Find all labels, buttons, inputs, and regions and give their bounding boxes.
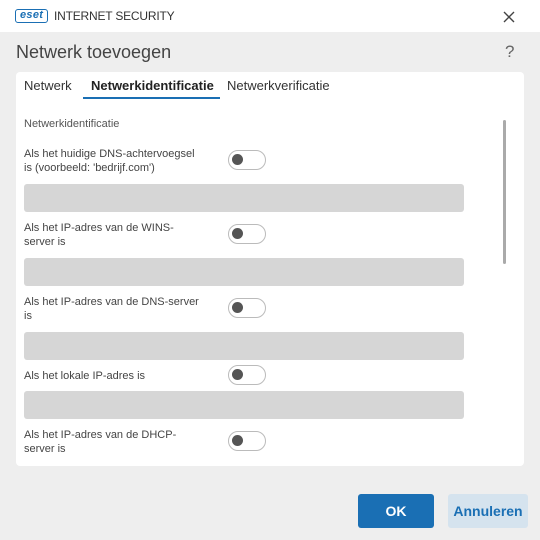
section-title: Netwerkidentificatie — [24, 118, 120, 130]
ok-button[interactable]: OK — [358, 494, 434, 528]
toggle-knob — [232, 154, 243, 165]
tab-netwerk[interactable]: Netwerk — [24, 78, 72, 94]
product-name: INTERNET SECURITY — [54, 9, 175, 23]
eset-logo: eset — [15, 9, 49, 23]
close-button[interactable] — [498, 6, 520, 28]
local-ip-label: Als het lokale IP-adres is — [24, 370, 146, 382]
toggle-knob — [232, 435, 243, 446]
dns-server-toggle[interactable] — [228, 298, 266, 318]
tab-bar: Netwerk Netwerkidentificatie Netwerkveri… — [16, 72, 524, 100]
local-ip-input[interactable] — [24, 391, 464, 419]
dns-suffix-toggle[interactable] — [228, 150, 266, 170]
tab-netwerkidentificatie[interactable]: Netwerkidentificatie — [91, 78, 214, 94]
help-icon[interactable]: ? — [505, 42, 514, 62]
local-ip-toggle[interactable] — [228, 365, 266, 385]
dns-suffix-input[interactable] — [24, 184, 464, 212]
dhcp-server-toggle[interactable] — [228, 431, 266, 451]
close-icon — [503, 11, 515, 23]
settings-panel: Netwerk Netwerkidentificatie Netwerkveri… — [16, 72, 524, 466]
dialog-title: Netwerk toevoegen — [16, 42, 172, 62]
cancel-button[interactable]: Annuleren — [448, 494, 528, 528]
wins-server-input[interactable] — [24, 258, 464, 286]
vertical-scrollbar[interactable] — [503, 120, 506, 264]
dns-server-input[interactable] — [24, 332, 464, 360]
wins-server-label: Als het IP-adres van de WINS- server is — [24, 222, 174, 248]
tab-netwerkverificatie[interactable]: Netwerkverificatie — [227, 78, 330, 94]
window-titlebar: eset INTERNET SECURITY — [0, 0, 540, 32]
dns-suffix-label: Als het huidige DNS-achtervoegsel is (vo… — [24, 148, 195, 174]
toggle-knob — [232, 369, 243, 380]
toggle-knob — [232, 302, 243, 313]
wins-server-toggle[interactable] — [228, 224, 266, 244]
dhcp-server-label: Als het IP-adres van de DHCP- server is — [24, 429, 177, 455]
toggle-knob — [232, 228, 243, 239]
active-tab-indicator — [83, 97, 220, 99]
dns-server-label: Als het IP-adres van de DNS-server is — [24, 296, 199, 322]
